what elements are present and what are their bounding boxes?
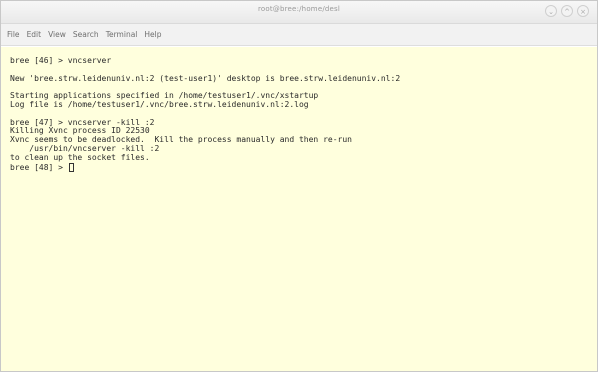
terminal-prompt-line: bree [48] > bbox=[10, 162, 597, 172]
title-bar[interactable]: root@bree:/home/desl ⌄ ^ × bbox=[1, 1, 597, 24]
menu-file[interactable]: File bbox=[7, 30, 20, 39]
terminal-line: bree [46] > vncserver bbox=[10, 56, 112, 65]
menu-search[interactable]: Search bbox=[73, 30, 99, 39]
menu-edit[interactable]: Edit bbox=[27, 30, 42, 39]
maximize-button[interactable]: ^ bbox=[561, 5, 573, 17]
terminal-cursor bbox=[68, 162, 74, 172]
terminal-line: New 'bree.strw.leidenuniv.nl:2 (test-use… bbox=[10, 73, 401, 83]
terminal-prompt: bree [48] > bbox=[10, 162, 68, 172]
close-button[interactable]: × bbox=[577, 5, 589, 17]
menu-view[interactable]: View bbox=[48, 30, 66, 39]
menu-help[interactable]: Help bbox=[144, 30, 161, 39]
terminal-line: to clean up the socket files. bbox=[10, 152, 150, 162]
terminal-line: Log file is /home/testuser1/.vnc/bree.st… bbox=[10, 99, 309, 109]
menu-terminal[interactable]: Terminal bbox=[106, 30, 138, 39]
menu-bar: File Edit View Search Terminal Help bbox=[1, 24, 597, 46]
terminal-window: root@bree:/home/desl ⌄ ^ × File Edit Vie… bbox=[0, 0, 598, 372]
minimize-button[interactable]: ⌄ bbox=[545, 5, 557, 17]
terminal-output[interactable]: bree [46] > vncserver New 'bree.strw.lei… bbox=[1, 47, 597, 371]
window-title: root@bree:/home/desl bbox=[257, 5, 341, 13]
window-controls: ⌄ ^ × bbox=[545, 5, 589, 17]
